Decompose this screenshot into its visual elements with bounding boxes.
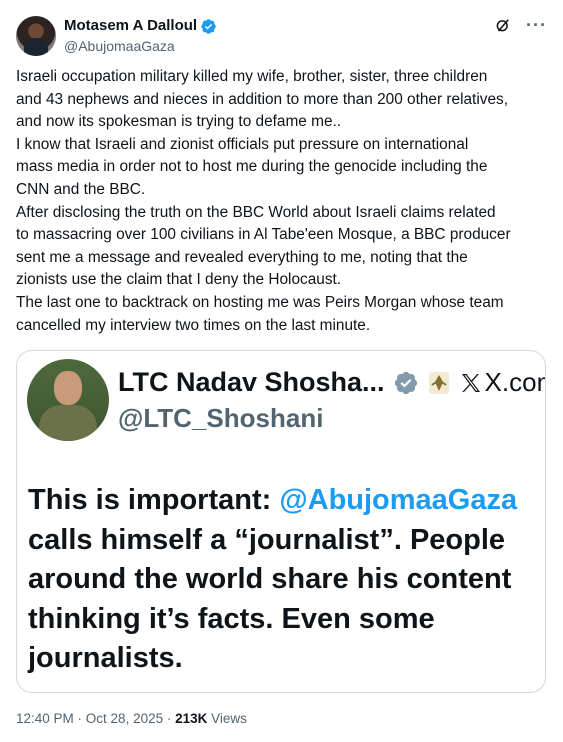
quoted-display-name: LTC Nadav Shosha... bbox=[118, 367, 385, 397]
x-logo-label: X.com bbox=[459, 367, 545, 398]
tweet-text-line: The last one to backtrack on hosting me … bbox=[16, 293, 504, 311]
meta-separator: · bbox=[163, 711, 176, 726]
tweet: Motasem A Dalloul @AbujomaaGaza ··· Isra… bbox=[0, 0, 563, 742]
quoted-text-line: This is important: @AbujomaaGaza bbox=[28, 481, 538, 521]
views-label: Views bbox=[207, 711, 247, 726]
tweet-text-line: Israeli occupation military killed my wi… bbox=[16, 68, 488, 85]
tweet-text-line: and 43 nephews and nieces in addition to… bbox=[16, 90, 508, 108]
tweet-text: Israeli occupation military killed my wi… bbox=[16, 66, 551, 337]
tweet-text-line: I know that Israeli and zionist official… bbox=[16, 135, 469, 153]
quoted-text-line: thinking it’s facts. Even some bbox=[28, 602, 435, 635]
x-domain-text: X.com bbox=[484, 367, 545, 397]
tweet-header: Motasem A Dalloul @AbujomaaGaza ··· bbox=[16, 16, 547, 56]
display-name-row: Motasem A Dalloul bbox=[64, 17, 217, 35]
quoted-tweet-card[interactable]: LTC Nadav Shosha... X.com @LTC_Shoshani … bbox=[16, 350, 546, 693]
quoted-avatar-uniform bbox=[39, 405, 97, 441]
more-icon[interactable]: ··· bbox=[526, 16, 547, 34]
tweet-text-line: zionists use the claim that I deny the H… bbox=[16, 271, 342, 289]
quoted-text-prefix: This is important: bbox=[28, 484, 280, 516]
avatar[interactable] bbox=[16, 16, 56, 56]
quoted-text-line: around the world share his content bbox=[28, 563, 512, 595]
header-actions: ··· bbox=[494, 16, 547, 34]
tweet-date[interactable]: Oct 28, 2025 bbox=[86, 711, 163, 726]
verified-gray-badge-icon bbox=[394, 371, 417, 394]
quoted-text-line: journalists. bbox=[28, 642, 183, 674]
quoted-handle: @LTC_Shoshani bbox=[118, 403, 324, 433]
tweet-text-line: cancelled my interview two times on the … bbox=[16, 316, 371, 334]
author-display-name[interactable]: Motasem A Dalloul bbox=[64, 17, 197, 35]
views-count[interactable]: 213K bbox=[175, 711, 207, 726]
quoted-avatar-face bbox=[54, 371, 82, 405]
tweet-text-line: After disclosing the truth on the BBC Wo… bbox=[16, 203, 496, 221]
quoted-text: This is important: @AbujomaaGaza calls h… bbox=[28, 481, 538, 679]
author-handle[interactable]: @AbujomaaGaza bbox=[64, 37, 217, 55]
tweet-time[interactable]: 12:40 PM bbox=[16, 711, 74, 726]
tweet-text-line: sent me a message and revealed everythin… bbox=[16, 248, 468, 266]
grok-icon[interactable] bbox=[494, 16, 512, 34]
tweet-meta: 12:40 PM · Oct 28, 2025 · 213K Views bbox=[16, 711, 247, 726]
meta-separator: · bbox=[73, 711, 86, 726]
x-logo-icon bbox=[461, 373, 480, 392]
author-names: Motasem A Dalloul @AbujomaaGaza bbox=[64, 17, 217, 55]
tweet-text-line: mass media in order not to host me durin… bbox=[16, 158, 488, 176]
verified-badge-icon[interactable] bbox=[200, 18, 217, 35]
quoted-avatar bbox=[27, 359, 109, 441]
quoted-mention-link[interactable]: @AbujomaaGaza bbox=[279, 484, 517, 516]
tweet-text-line: to massacring over 100 civilians in Al T… bbox=[16, 226, 511, 244]
quoted-name-row: LTC Nadav Shosha... X.com bbox=[118, 367, 545, 398]
quoted-text-line: calls himself a “journalist”. People bbox=[28, 523, 506, 556]
idf-emblem-icon bbox=[428, 371, 449, 394]
tweet-text-line: CNN and the BBC. bbox=[16, 180, 146, 198]
tweet-text-line: and now its spokesman is trying to defam… bbox=[16, 113, 342, 131]
